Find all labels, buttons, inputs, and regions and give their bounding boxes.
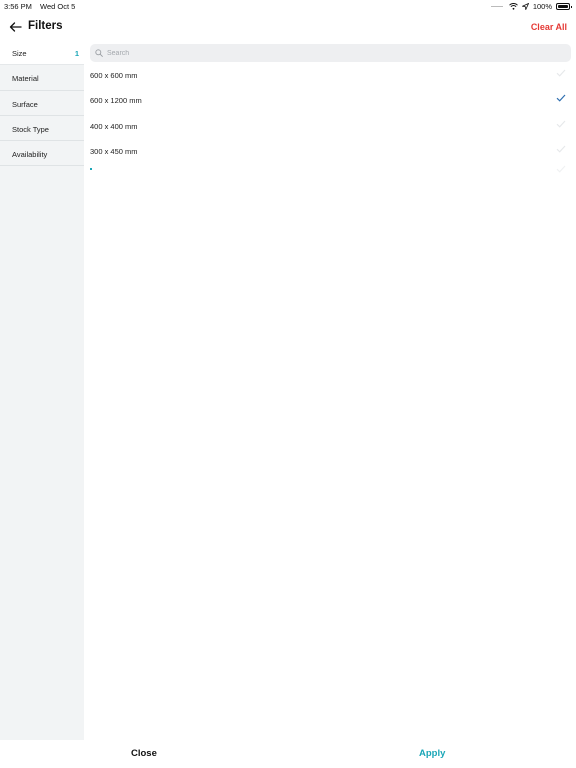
sidebar-item-stock-type[interactable]: Stock Type xyxy=(0,116,84,142)
sidebar-item-availability[interactable]: Availability xyxy=(0,141,84,167)
battery-percent: 100% xyxy=(532,2,552,11)
option-label: 400 x 400 mm xyxy=(90,121,138,131)
option-label: 300 x 450 mm xyxy=(90,146,138,156)
check-icon xyxy=(556,94,566,102)
multitasking-dots xyxy=(490,6,503,7)
header: Filters Clear All xyxy=(0,14,576,40)
sidebar-item-surface[interactable]: Surface xyxy=(0,91,84,116)
apply-button[interactable]: Apply xyxy=(419,748,445,759)
size-options-list: 600 x 600 mm 600 x 1200 mm 400 x 400 mm … xyxy=(84,63,576,176)
status-left: 3:56 PM Wed Oct 5 xyxy=(4,2,75,11)
page-title: Filters xyxy=(28,20,63,32)
wifi-icon xyxy=(508,3,518,10)
location-arrow-icon xyxy=(521,3,529,10)
sidebar-item-label: Material xyxy=(12,74,39,84)
search-box[interactable] xyxy=(90,44,571,62)
sidebar-item-label: Availability xyxy=(12,150,48,160)
option-row-400x400[interactable]: 400 x 400 mm xyxy=(84,114,576,139)
sidebar-item-label: Surface xyxy=(12,99,38,109)
sidebar-item-material[interactable]: Material xyxy=(0,65,84,91)
option-label: 600 x 600 mm xyxy=(90,71,138,80)
status-date: Wed Oct 5 xyxy=(40,2,76,11)
battery-icon xyxy=(556,3,572,10)
check-icon xyxy=(556,165,566,173)
clear-all-button[interactable]: Clear All xyxy=(531,22,567,32)
arrow-left-icon xyxy=(9,22,22,32)
option-row-600x1200[interactable]: 600 x 1200 mm xyxy=(84,88,576,113)
search-input[interactable] xyxy=(107,49,547,57)
option-label: 600 x 1200 mm xyxy=(90,96,142,106)
option-row-600x600[interactable]: 600 x 600 mm xyxy=(84,63,576,88)
check-icon xyxy=(556,120,566,128)
back-button[interactable] xyxy=(6,18,24,36)
search-icon xyxy=(95,49,103,57)
sidebar-item-size[interactable]: Size 1 xyxy=(0,40,84,66)
selected-count-badge: 1 xyxy=(74,49,79,58)
option-row-300x450[interactable]: 300 x 450 mm xyxy=(84,139,576,164)
status-right: 100% xyxy=(490,2,572,11)
sidebar-item-label: Size xyxy=(12,49,27,58)
check-icon xyxy=(556,145,566,153)
filter-options-panel: 600 x 600 mm 600 x 1200 mm 400 x 400 mm … xyxy=(84,40,576,740)
option-row-partial[interactable] xyxy=(84,164,576,176)
status-bar: 3:56 PM Wed Oct 5 100% xyxy=(0,0,576,12)
filter-category-sidebar: Size 1 Material Surface Stock Type Avail… xyxy=(0,40,84,740)
status-time: 3:56 PM xyxy=(4,2,32,11)
sidebar-item-label: Stock Type xyxy=(12,124,49,134)
loading-dot xyxy=(90,168,92,170)
check-icon xyxy=(556,69,566,77)
close-button[interactable]: Close xyxy=(131,748,157,759)
footer-bar: Close Apply xyxy=(0,740,576,768)
